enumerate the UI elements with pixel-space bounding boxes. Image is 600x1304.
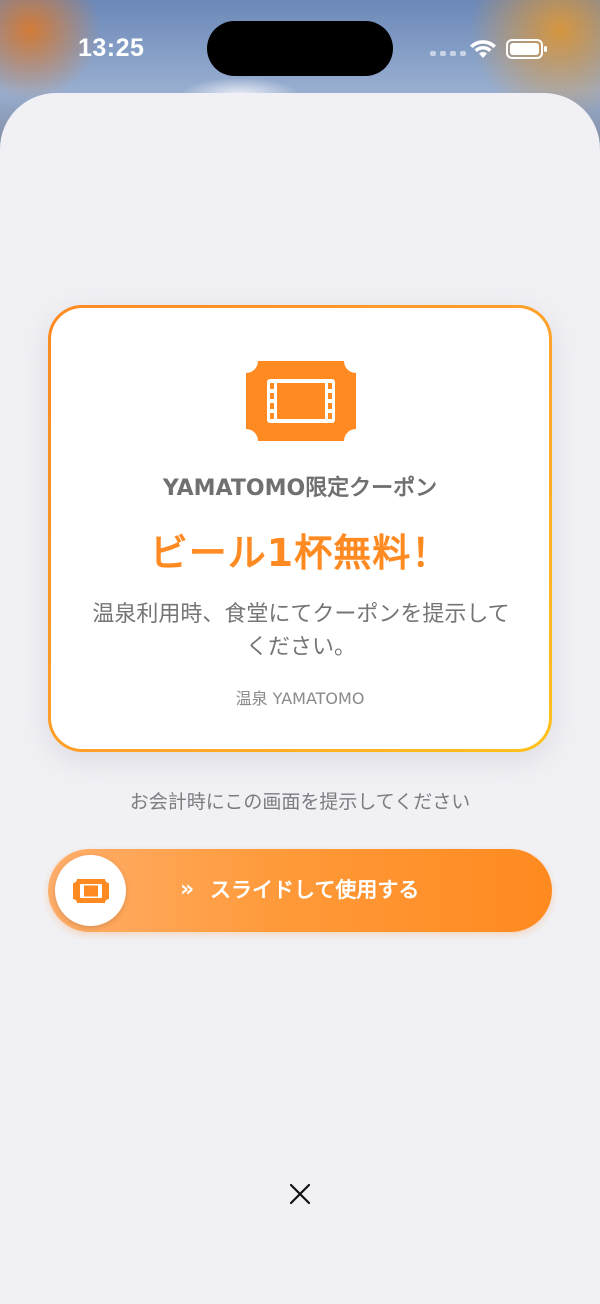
battery-icon	[506, 39, 547, 59]
coupon-screen: 13:25 YAMATOMO限定クーポン ビール1杯無料！ 温泉利用時、食堂にて…	[0, 0, 600, 1304]
coupon-card-body: YAMATOMO限定クーポン ビール1杯無料！ 温泉利用時、食堂にてクーポンを提…	[51, 308, 549, 749]
coupon-title: ビール1杯無料！	[149, 531, 451, 575]
coupon-description: 温泉利用時、食堂にてクーポンを提示してください。	[92, 602, 510, 660]
close-button[interactable]	[280, 1174, 320, 1214]
slide-thumb[interactable]	[55, 855, 126, 926]
ticket-icon	[246, 361, 356, 441]
status-time: 13:25	[78, 34, 145, 62]
coupon-card: YAMATOMO限定クーポン ビール1杯無料！ 温泉利用時、食堂にてクーポンを提…	[48, 305, 552, 752]
coupon-subtitle: YAMATOMO限定クーポン	[162, 476, 438, 501]
wifi-icon	[470, 40, 496, 58]
ticket-icon	[73, 879, 109, 903]
slide-button-label: スライドして使用する	[210, 878, 420, 902]
instruction-text: お会計時にこの画面を提示してください	[129, 791, 471, 813]
cellular-signal-icon	[430, 51, 466, 56]
chevron-right-icon: »	[180, 877, 195, 902]
coupon-store-name: 温泉 YAMATOMO	[235, 689, 365, 708]
dynamic-island	[207, 21, 393, 76]
close-icon	[289, 1183, 311, 1205]
slide-to-use-button[interactable]: » スライドして使用する	[48, 849, 552, 932]
status-bar: 13:25	[0, 0, 600, 92]
